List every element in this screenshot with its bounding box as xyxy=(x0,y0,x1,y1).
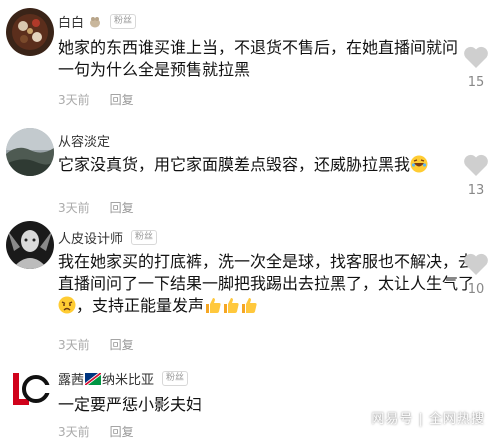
watermark: 网易号 | 全网热搜 xyxy=(371,412,485,427)
fan-badge: 粉丝 xyxy=(162,371,189,386)
heart-icon[interactable] xyxy=(463,46,489,69)
avatar[interactable] xyxy=(6,128,54,176)
fan-badge: 粉丝 xyxy=(131,230,158,245)
comment-text: 她家的东西谁买谁上当，不退货不售后，在她直播间就问一句为什么全是预售就拉黑 xyxy=(58,38,459,79)
username-text[interactable]: 白白 xyxy=(58,12,84,31)
comment-item: 人皮设计师 粉丝 我在她家买的打底裤，洗一次全是球，找客服也不解决，去直播间问了… xyxy=(0,213,499,355)
avatar[interactable] xyxy=(6,221,54,269)
comment-text-body: 它家没真货，用它家面膜差点毁容，还威胁拉黑我 xyxy=(58,155,411,174)
comment-meta: 3天前 回复 xyxy=(58,423,134,440)
comment-username[interactable]: 露茜 纳米比亚 粉丝 xyxy=(58,369,189,388)
username-text[interactable]: 从容淡定 xyxy=(58,131,110,150)
pet-emoji-icon xyxy=(90,16,101,27)
username-text-tail[interactable]: 纳米比亚 xyxy=(102,369,154,388)
reply-button[interactable]: 回复 xyxy=(110,93,134,107)
like-count: 10 xyxy=(467,282,485,297)
like-button[interactable]: 13 xyxy=(461,154,491,198)
comment-text: 它家没真货，用它家面膜差点毁容，还威胁拉黑我 xyxy=(58,154,458,176)
username-text[interactable]: 人皮设计师 xyxy=(58,228,123,247)
fan-badge: 粉丝 xyxy=(110,14,137,29)
heart-icon[interactable] xyxy=(463,253,489,276)
comment-text-body: 我在她家买的打底裤，洗一次全是球，找客服也不解决，去直播间问了一下结果一脚把我踢… xyxy=(58,252,475,293)
comment-meta: 3天前 回复 xyxy=(58,336,134,353)
comment-item: 白白 粉丝 她家的东西谁买谁上当，不退货不售后，在她直播间就问一句为什么全是预售… xyxy=(0,0,499,118)
comment-text: 我在她家买的打底裤，洗一次全是球，找客服也不解决，去直播间问了一下结果一脚把我踢… xyxy=(58,251,478,317)
comment-text-tail: ，支持正能量发声 xyxy=(76,296,205,315)
like-count: 13 xyxy=(467,183,485,198)
comment-item: 从容淡定 它家没真货，用它家面膜差点毁容，还威胁拉黑我 3天前 回复 13 xyxy=(0,118,499,215)
comment-username[interactable]: 从容淡定 xyxy=(58,131,110,150)
thumbs-up-emoji-icon xyxy=(206,298,221,313)
thumbs-up-emoji-icon xyxy=(242,298,257,313)
like-button[interactable]: 15 xyxy=(461,46,491,90)
angry-emoji-icon xyxy=(58,296,76,314)
comment-username[interactable]: 人皮设计师 粉丝 xyxy=(58,228,158,247)
avatar[interactable] xyxy=(6,365,54,413)
like-count: 15 xyxy=(467,75,485,90)
reply-button[interactable]: 回复 xyxy=(110,338,134,352)
like-button[interactable]: 10 xyxy=(461,253,491,297)
comment-time: 3天前 xyxy=(58,338,90,352)
heart-icon[interactable] xyxy=(463,154,489,177)
thumbs-up-emoji-icon xyxy=(224,298,239,313)
laughing-emoji-icon xyxy=(410,155,428,173)
avatar[interactable] xyxy=(6,8,54,56)
namibia-flag-icon xyxy=(85,372,102,385)
comment-time: 3天前 xyxy=(58,93,90,107)
comment-meta: 3天前 回复 xyxy=(58,91,134,108)
username-text[interactable]: 露茜 xyxy=(58,369,84,388)
comment-username[interactable]: 白白 粉丝 xyxy=(58,12,137,31)
